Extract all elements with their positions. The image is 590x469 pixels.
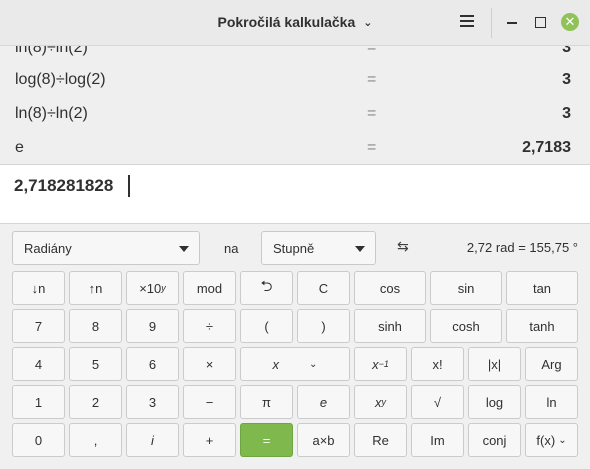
dropdown-arrow-icon <box>179 246 189 252</box>
inverse-sup: −1 <box>378 359 389 369</box>
cosh-button[interactable]: cosh <box>430 309 502 343</box>
mode-title-button[interactable]: Pokročilá kalkulačka ⌄ <box>0 14 590 30</box>
exponent-button[interactable]: ×10 y <box>126 271 179 305</box>
chevron-down-icon: ⌄ <box>558 434 567 446</box>
cos-button[interactable]: cos <box>354 271 426 305</box>
add-button[interactable]: + <box>183 423 236 457</box>
pi-button[interactable]: π <box>240 385 293 419</box>
digit-4-button[interactable]: 4 <box>12 347 65 381</box>
imaginary-part-button[interactable]: Im <box>411 423 464 457</box>
to-unit-dropdown[interactable]: Stupně <box>261 231 376 265</box>
history-result: 3 <box>562 105 571 122</box>
sqrt-button[interactable]: √ <box>411 385 464 419</box>
digit-2-button[interactable]: 2 <box>69 385 122 419</box>
history-equals: = <box>367 71 377 88</box>
from-unit-label: Radiány <box>24 241 72 256</box>
scientific-notation-button[interactable]: a×b <box>297 423 350 457</box>
history-expression: ln(8)÷ln(2) <box>15 105 88 122</box>
undo-icon: ⮌ <box>260 277 273 295</box>
digit-6-button[interactable]: 6 <box>126 347 179 381</box>
divide-button[interactable]: ÷ <box>183 309 236 343</box>
sin-button[interactable]: sin <box>430 271 502 305</box>
chevron-down-icon: ⌄ <box>363 17 373 29</box>
equals-button[interactable]: = <box>240 423 293 457</box>
exponent-sup: y <box>161 283 166 293</box>
euler-button[interactable]: e <box>297 385 350 419</box>
clear-button[interactable]: C <box>297 271 350 305</box>
history-equals: = <box>367 139 377 156</box>
history-expression: e <box>15 139 24 156</box>
close-paren-button[interactable]: ) <box>297 309 350 343</box>
conjugate-button[interactable]: conj <box>468 423 521 457</box>
close-icon[interactable]: ✕ <box>561 13 579 31</box>
tan-button[interactable]: tan <box>506 271 578 305</box>
history-list: ln(8)÷ln(2) = 3 log(8)÷log(2) = 3 ln(8)÷… <box>0 46 590 164</box>
from-unit-dropdown[interactable]: Radiány <box>12 231 200 265</box>
inverse-button[interactable]: x −1 <box>354 347 407 381</box>
ln-button[interactable]: ln <box>525 385 578 419</box>
text-cursor <box>128 175 130 197</box>
converter-connector: na <box>224 241 239 256</box>
variable-label: x <box>272 356 280 372</box>
undo-button[interactable]: ⮌ <box>240 271 293 305</box>
digit-3-button[interactable]: 3 <box>126 385 179 419</box>
swap-units-icon[interactable]: ⇆ <box>397 238 409 255</box>
titlebar-separator <box>491 8 492 38</box>
digit-7-button[interactable]: 7 <box>12 309 65 343</box>
sinh-button[interactable]: sinh <box>354 309 426 343</box>
factorial-button[interactable]: x! <box>411 347 464 381</box>
absolute-value-button[interactable]: |x| <box>468 347 521 381</box>
power-sup: y <box>381 397 387 407</box>
tanh-button[interactable]: tanh <box>506 309 578 343</box>
history-row[interactable]: ln(8)÷ln(2) = 3 <box>0 97 590 131</box>
window-title: Pokročilá kalkulačka <box>217 14 356 30</box>
title-bar: Pokročilá kalkulačka ⌄ ✕ <box>0 0 590 46</box>
digit-5-button[interactable]: 5 <box>69 347 122 381</box>
function-dropdown-button[interactable]: f(x) ⌄ <box>525 423 578 457</box>
subtract-button[interactable]: − <box>183 385 236 419</box>
history-result: 3 <box>562 71 571 88</box>
minimize-icon[interactable] <box>507 22 517 24</box>
function-label: f(x) <box>536 432 556 448</box>
log-button[interactable]: log <box>468 385 521 419</box>
digit-9-button[interactable]: 9 <box>126 309 179 343</box>
chevron-down-icon: ⌄ <box>309 358 318 370</box>
conversion-result: 2,72 rad = 155,75 ° <box>466 240 578 255</box>
decimal-comma-button[interactable]: , <box>69 423 122 457</box>
to-unit-label: Stupně <box>273 241 315 256</box>
history-equals: = <box>367 105 377 122</box>
maximize-icon[interactable] <box>535 17 546 28</box>
digit-0-button[interactable]: 0 <box>12 423 65 457</box>
open-paren-button[interactable]: ( <box>240 309 293 343</box>
dropdown-arrow-icon <box>355 246 365 252</box>
variable-dropdown-button[interactable]: x ⌄ <box>240 347 350 381</box>
shift-down-button[interactable]: ↓n <box>12 271 65 305</box>
shift-up-button[interactable]: ↑n <box>69 271 122 305</box>
multiply-button[interactable]: × <box>183 347 236 381</box>
exponent-label: ×10 <box>139 280 162 296</box>
real-part-button[interactable]: Re <box>354 423 407 457</box>
history-result: 3 <box>562 46 571 56</box>
history-result: 2,7183 <box>522 139 571 156</box>
power-button[interactable]: xy <box>354 385 407 419</box>
expression-value: 2,718281828 <box>14 176 114 195</box>
history-row[interactable]: e = 2,7183 <box>0 131 590 164</box>
modulus-button[interactable]: mod <box>183 271 236 305</box>
history-expression: ln(8)÷ln(2) <box>15 46 88 56</box>
digit-1-button[interactable]: 1 <box>12 385 65 419</box>
history-row[interactable]: log(8)÷log(2) = 3 <box>0 63 590 97</box>
history-expression: log(8)÷log(2) <box>15 71 106 88</box>
imaginary-button[interactable]: i <box>126 423 179 457</box>
history-equals: = <box>367 46 377 56</box>
argument-button[interactable]: Arg <box>525 347 578 381</box>
hamburger-menu-icon[interactable] <box>460 15 474 29</box>
digit-8-button[interactable]: 8 <box>69 309 122 343</box>
expression-input[interactable]: 2,718281828 <box>0 164 590 224</box>
